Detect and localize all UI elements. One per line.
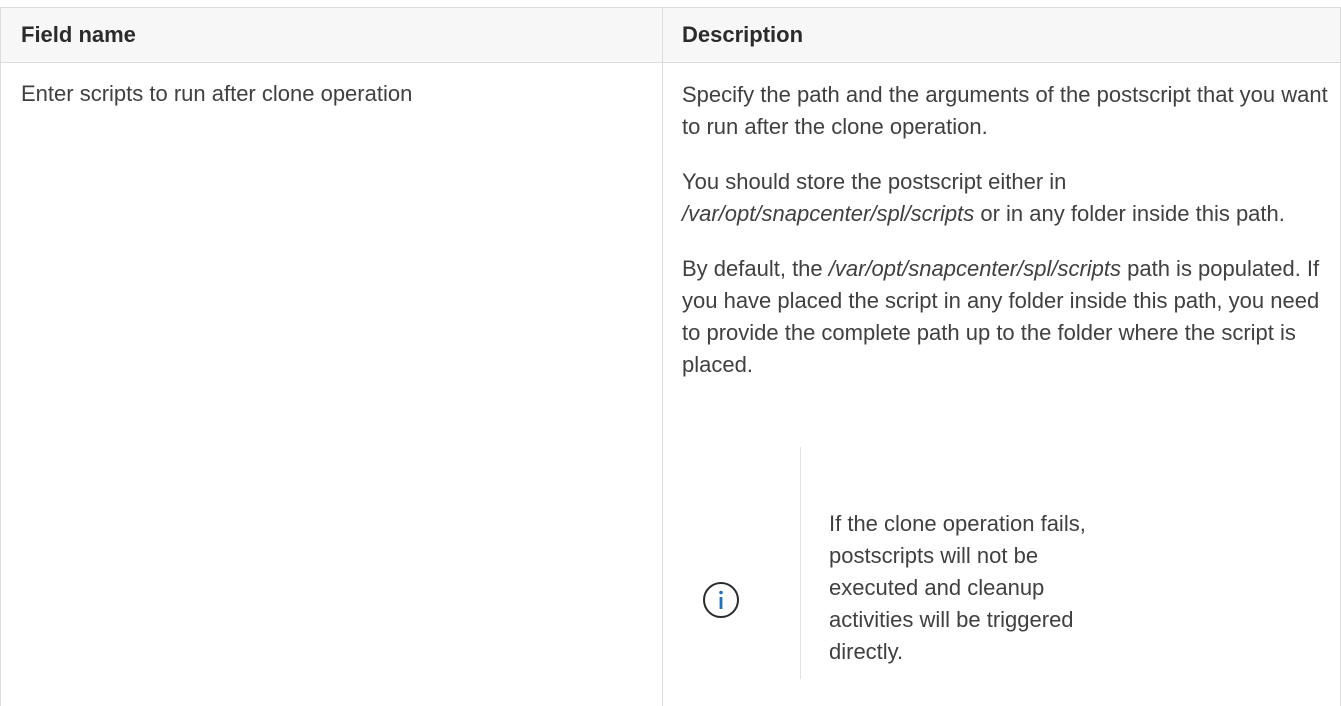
field-name-cell: Enter scripts to run after clone operati… xyxy=(21,81,413,106)
column-header-field-name: Field name xyxy=(21,22,136,47)
default-scripts-path: /var/opt/snapcenter/spl/scripts xyxy=(828,256,1122,281)
paragraph-2-text-end: or in any folder inside this path. xyxy=(974,201,1285,226)
table-header-row: Field name Description xyxy=(1,8,1340,63)
column-divider xyxy=(662,8,663,706)
description-paragraph-1: Specify the path and the arguments of th… xyxy=(682,82,1328,139)
field-description-table: Field name Description Enter scripts to … xyxy=(0,7,1341,706)
note-text: If the clone operation fails, postscript… xyxy=(829,511,1086,664)
description-paragraph-3: By default, the /var/opt/snapcenter/spl/… xyxy=(682,253,1332,381)
description-paragraph-2: You should store the postscript either i… xyxy=(682,166,1332,230)
description-cell: Specify the path and the arguments of th… xyxy=(682,79,1332,404)
note-divider xyxy=(800,447,801,679)
scripts-path: /var/opt/snapcenter/spl/scripts xyxy=(682,201,975,226)
paragraph-3-text-start: By default, the xyxy=(682,256,829,281)
info-note: If the clone operation fails, postscript… xyxy=(682,447,1332,697)
info-icon xyxy=(702,581,740,619)
column-header-description: Description xyxy=(682,22,804,47)
paragraph-2-text-start: You should store the postscript either i… xyxy=(682,169,1067,194)
